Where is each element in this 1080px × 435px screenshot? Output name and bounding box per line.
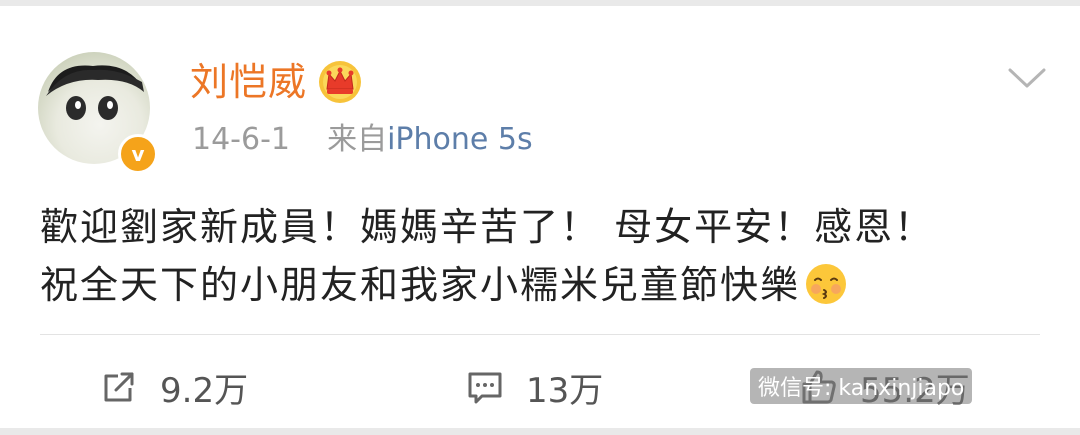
blush-kiss-emoji-icon [806, 264, 847, 304]
post-date: 14-6-1 [192, 122, 290, 157]
source-device[interactable]: iPhone 5s [387, 122, 533, 157]
verified-badge-icon: v [118, 134, 158, 174]
avatar[interactable]: v [38, 52, 158, 174]
share-arrow-icon [104, 372, 134, 402]
repost-count: 9.2万 [160, 370, 249, 411]
divider [40, 334, 1040, 335]
post-content-line-2-text: 祝全天下的小朋友和我家小糯米兒童節快樂 [40, 263, 801, 307]
username[interactable]: 刘恺威 [190, 52, 307, 112]
comment-button[interactable]: 13万 [466, 352, 603, 422]
post-content-line-1: 歡迎劉家新成員！媽媽辛苦了！ 母女平安！感恩！ [40, 205, 935, 249]
chevron-down-icon[interactable] [1006, 62, 1048, 92]
weibo-post-card: v 刘恺威 14-6-1 来自iPhone 5s 歡迎劉家新成員！媽媽辛苦了！ … [0, 6, 1080, 428]
repost-button[interactable]: 9.2万 [100, 352, 248, 422]
post-meta: 14-6-1 来自iPhone 5s [192, 118, 533, 162]
post-content-line-2: 祝全天下的小朋友和我家小糯米兒童節快樂 [40, 256, 1040, 314]
watermark: 微信号: kanxinjiapo [750, 368, 973, 404]
comment-bubble-icon [468, 372, 502, 404]
comment-count: 13万 [526, 370, 604, 411]
crown-icon [319, 61, 361, 103]
post-content: 歡迎劉家新成員！媽媽辛苦了！ 母女平安！感恩！ 祝全天下的小朋友和我家小糯米兒童… [40, 198, 1040, 314]
source-prefix: 来自 [327, 122, 388, 157]
